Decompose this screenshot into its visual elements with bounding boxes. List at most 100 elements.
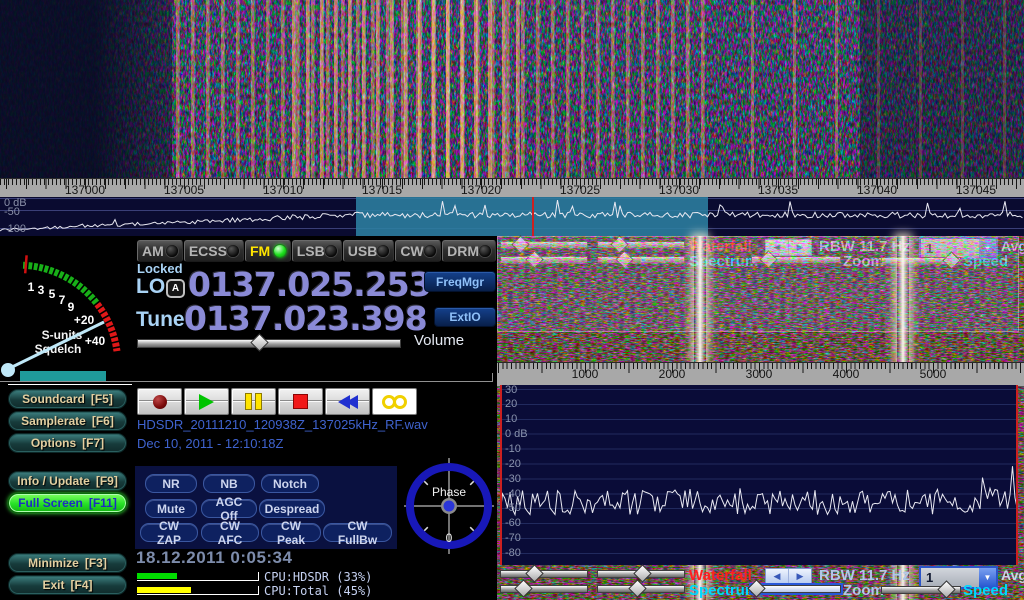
mode-ecss-label: ECSS bbox=[189, 243, 227, 259]
cw-zap-button[interactable]: CW ZAP bbox=[140, 523, 198, 542]
mode-am-led bbox=[166, 245, 178, 257]
audio-freq-label-4: 5000 bbox=[920, 367, 947, 381]
exit-label: Exit bbox=[42, 578, 64, 592]
scroll-right-icon[interactable]: ▶ bbox=[788, 569, 811, 584]
stop-button[interactable] bbox=[278, 388, 323, 415]
lo-a-badge[interactable]: A bbox=[166, 279, 185, 298]
exit-key: [F4] bbox=[71, 578, 93, 592]
record-icon bbox=[153, 395, 167, 409]
samplerate-button[interactable]: Samplerate [F6] bbox=[8, 411, 127, 431]
rewind-icon bbox=[338, 395, 358, 409]
cw-afc-button[interactable]: CW AFC bbox=[201, 523, 259, 542]
audio-right-marker bbox=[1016, 385, 1018, 565]
audio-db-label-5: -20 bbox=[505, 458, 521, 470]
main-spectrum-trace bbox=[0, 197, 1024, 236]
cpu-total-bar bbox=[137, 586, 259, 595]
peak-marker bbox=[25, 255, 26, 273]
carrier-stripe-1 bbox=[694, 236, 706, 332]
audio-db-label-8: -50 bbox=[505, 502, 521, 514]
transport-controls bbox=[137, 388, 417, 415]
main-waterfall-display[interactable] bbox=[0, 0, 1024, 178]
mode-usb-button[interactable]: USB bbox=[343, 240, 395, 262]
nb-button[interactable]: NB bbox=[203, 474, 255, 493]
freq-label-4: 137020 bbox=[461, 183, 501, 197]
locked-indicator: Locked bbox=[137, 261, 183, 276]
audio-waterfall-display[interactable] bbox=[497, 236, 1019, 332]
waterfall-brightness-slider-2[interactable] bbox=[500, 570, 588, 578]
smeter-tick-40: +40 bbox=[85, 334, 106, 348]
spectrum-ref-slider-2[interactable] bbox=[500, 585, 588, 593]
mode-fm-button[interactable]: FM bbox=[245, 240, 291, 262]
main-db-label-100: -100 bbox=[4, 223, 26, 235]
loop-button[interactable] bbox=[372, 388, 417, 415]
carrier-stripe-2 bbox=[897, 236, 909, 332]
mode-ecss-button[interactable]: ECSS bbox=[184, 240, 244, 262]
minimize-button[interactable]: Minimize [F3] bbox=[8, 553, 127, 573]
cpu-total-fill bbox=[137, 587, 191, 593]
cw-fullbw-button[interactable]: CW FullBw bbox=[323, 523, 392, 542]
phase-label: Phase bbox=[432, 485, 466, 499]
meter-underline bbox=[8, 384, 132, 385]
zoom-slider-bottom[interactable] bbox=[751, 585, 841, 593]
mode-fm-led bbox=[274, 245, 286, 257]
mute-button[interactable]: Mute bbox=[145, 499, 197, 518]
audio-frequency-scale[interactable]: 10002000300040005000 bbox=[497, 362, 1024, 387]
tune-cursor-line[interactable] bbox=[532, 197, 534, 236]
exit-button[interactable]: Exit [F4] bbox=[8, 575, 127, 595]
options-button[interactable]: Options [F7] bbox=[8, 433, 127, 453]
cw-peak-button[interactable]: CW Peak bbox=[261, 523, 321, 542]
tune-frequency-value[interactable]: 0137.023.398 bbox=[184, 299, 427, 338]
despread-button[interactable]: Despread bbox=[259, 499, 325, 518]
fullscreen-button[interactable]: Full Screen [F11] bbox=[8, 493, 127, 513]
record-button[interactable] bbox=[137, 388, 182, 415]
mode-cw-label: CW bbox=[400, 243, 423, 259]
extio-button[interactable]: ExtIO bbox=[434, 307, 496, 327]
mode-lsb-button[interactable]: LSB bbox=[292, 240, 342, 262]
mode-drm-led bbox=[479, 245, 491, 257]
mode-cw-button[interactable]: CW bbox=[395, 240, 441, 262]
audio-spectrum-display[interactable]: 3020100 dB-10-20-30-40-50-60-70-80 bbox=[500, 385, 1018, 565]
recording-filename: HDSDR_20111210_120938Z_137025kHz_RF.wav bbox=[137, 417, 428, 432]
phase-center-dot bbox=[444, 501, 455, 512]
agc-off-button[interactable]: AGC Off bbox=[201, 499, 257, 518]
audio-freq-label-2: 3000 bbox=[746, 367, 773, 381]
rewind-button[interactable] bbox=[325, 388, 370, 415]
s-meter: 1 3 5 7 9 +20 +40 S-units Squelch bbox=[0, 238, 135, 378]
info-update-button[interactable]: Info / Update [F9] bbox=[8, 471, 127, 491]
mode-am-button[interactable]: AM bbox=[137, 240, 183, 262]
freq-label-8: 137040 bbox=[857, 183, 897, 197]
smeter-tick-9: 9 bbox=[68, 300, 75, 314]
freq-label-9: 137045 bbox=[956, 183, 996, 197]
loop-icon bbox=[382, 395, 407, 409]
nr-button[interactable]: NR bbox=[145, 474, 197, 493]
freq-label-7: 137035 bbox=[758, 183, 798, 197]
mode-drm-button[interactable]: DRM bbox=[442, 240, 496, 262]
avg-label-bottom: Avg bbox=[1001, 567, 1024, 583]
freq-label-5: 137025 bbox=[560, 183, 600, 197]
audio-db-label-7: -40 bbox=[505, 488, 521, 500]
panel-divider-line bbox=[0, 381, 493, 382]
audio-freq-label-0: 1000 bbox=[572, 367, 599, 381]
audio-waterfall-tint bbox=[497, 236, 1019, 332]
notch-button[interactable]: Notch bbox=[261, 474, 319, 493]
freq-label-3: 137015 bbox=[362, 183, 402, 197]
scroll-left-icon[interactable]: ◀ bbox=[766, 569, 788, 584]
main-spectrum-display[interactable]: 0 dB -50 -100 bbox=[0, 197, 1024, 236]
waterfall-scroll-control-2[interactable]: ◀▶ bbox=[765, 568, 812, 585]
pause-button[interactable] bbox=[231, 388, 276, 415]
play-icon bbox=[199, 394, 214, 410]
mode-cw-led bbox=[424, 245, 436, 257]
speed-slider-bottom[interactable] bbox=[881, 586, 961, 594]
main-frequency-scale[interactable]: 1370001370051370101370151370201370251370… bbox=[0, 178, 1024, 199]
volume-slider[interactable] bbox=[137, 339, 401, 348]
audio-db-label-6: -30 bbox=[505, 473, 521, 485]
freqmgr-button[interactable]: FreqMgr bbox=[424, 271, 496, 292]
waterfall-contrast-slider-2[interactable] bbox=[597, 570, 685, 578]
audio-db-label-9: -60 bbox=[505, 517, 521, 529]
speed-label-bottom: Speed bbox=[963, 582, 1008, 599]
soundcard-button[interactable]: Soundcard [F5] bbox=[8, 389, 127, 409]
spectrum-range-slider-2[interactable] bbox=[597, 585, 685, 593]
cpu-hdsdr-bar bbox=[137, 572, 259, 581]
play-button[interactable] bbox=[184, 388, 229, 415]
options-label: Options bbox=[31, 436, 76, 450]
